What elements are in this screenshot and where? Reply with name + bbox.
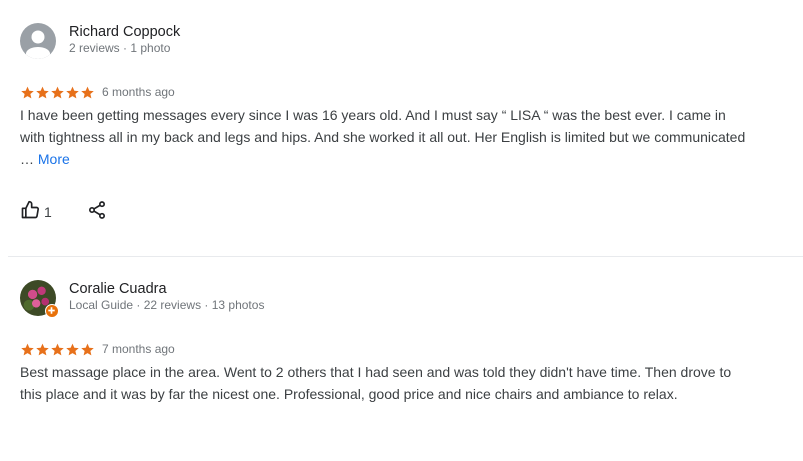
share-icon [87,200,107,225]
star-icon [65,342,80,357]
star-rating [20,85,95,100]
review-body: Best massage place in the area. Went to … [20,364,732,402]
avatar[interactable] [20,280,59,318]
review-time: 7 months ago [102,342,175,356]
star-icon [80,342,95,357]
review-card: Richard Coppock 2 reviews · 1 photo 6 mo… [0,0,803,256]
review-card: Coralie Cuadra Local Guide · 22 reviews … [0,257,803,461]
more-link[interactable]: More [38,151,70,167]
star-icon [20,342,35,357]
rating-row: 7 months ago [20,341,175,357]
review-body: I have been getting messages every since… [20,107,746,167]
share-button[interactable] [87,200,107,225]
star-icon [65,85,80,100]
star-icon [50,342,65,357]
star-icon [20,85,35,100]
like-button[interactable]: 1 [20,200,52,225]
author-name[interactable]: Richard Coppock [69,24,180,40]
star-icon [50,85,65,100]
review-time: 6 months ago [102,85,175,99]
review-text: Best massage place in the area. Went to … [20,361,750,405]
review-actions: 1 [20,200,107,224]
rating-row: 6 months ago [20,84,175,100]
review-text: I have been getting messages every since… [20,104,750,170]
author-meta: 2 reviews · 1 photo [69,41,171,55]
local-guide-badge-icon [45,304,59,318]
star-icon [35,342,50,357]
star-icon [35,85,50,100]
thumb-up-icon [20,200,40,225]
author-name[interactable]: Coralie Cuadra [69,281,167,297]
star-rating [20,342,95,357]
like-count: 1 [44,204,52,220]
star-icon [80,85,95,100]
author-meta: Local Guide · 22 reviews · 13 photos [69,298,265,312]
avatar[interactable] [20,23,56,59]
default-user-icon [26,30,50,59]
